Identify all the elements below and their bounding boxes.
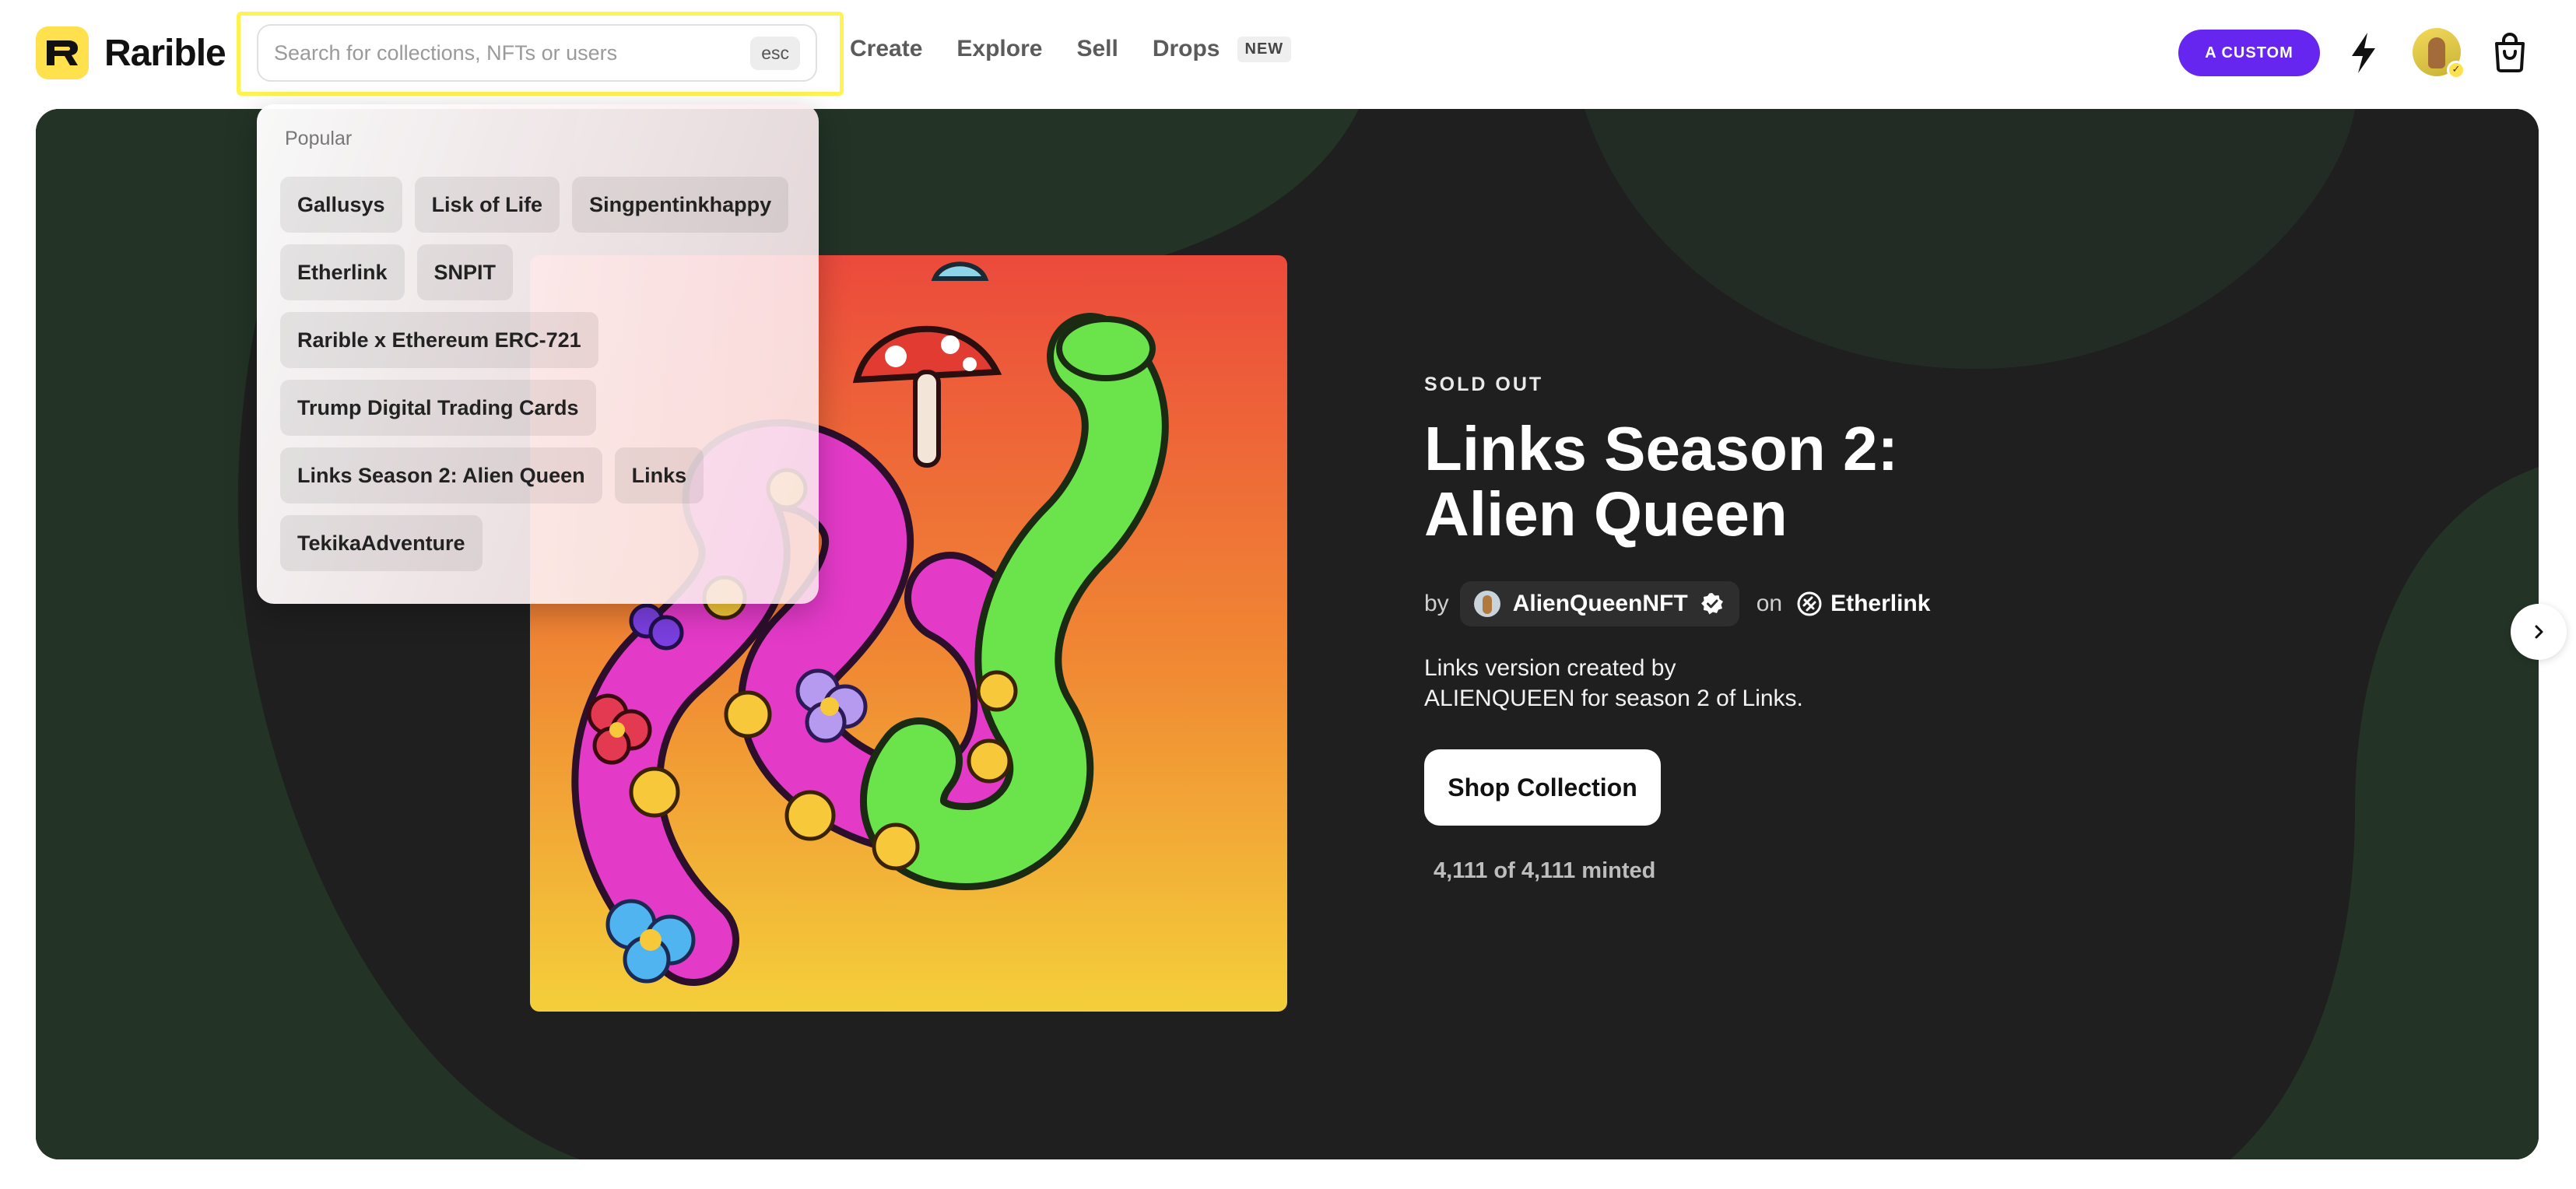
suggestion-row: Links Season 2: Alien Queen Links <box>280 447 704 503</box>
nav-drops[interactable]: Drops NEW <box>1152 36 1292 62</box>
chevron-right-icon <box>2535 625 2543 639</box>
suggestion-chip[interactable]: Gallusys <box>280 177 402 233</box>
bolt-icon[interactable] <box>2344 30 2383 76</box>
new-badge: NEW <box>1237 36 1292 62</box>
suggestion-row: Etherlink SNPIT <box>280 244 514 300</box>
minted-count: 4,111 of 4,111 minted <box>1434 858 1656 883</box>
next-slide-button[interactable] <box>2511 604 2567 660</box>
search-input[interactable] <box>274 40 751 65</box>
suggestion-chip[interactable]: Lisk of Life <box>414 177 560 233</box>
rarible-logo[interactable]: Rarible <box>36 26 226 79</box>
user-avatar[interactable]: ✓ <box>2413 28 2465 79</box>
creator-row: by AlienQueenNFT on Etherlink <box>1424 581 1953 626</box>
creator-name: AlienQueenNFT <box>1512 591 1688 616</box>
search-suggestions-dropdown: Popular Gallusys Lisk of Life Singpentin… <box>257 104 819 604</box>
verified-check-icon: ✓ <box>2447 61 2465 79</box>
suggestion-chip[interactable]: Trump Digital Trading Cards <box>280 380 596 436</box>
nav-sell[interactable]: Sell <box>1076 36 1118 62</box>
suggestion-row: Trump Digital Trading Cards <box>280 380 596 436</box>
suggestion-chip[interactable]: SNPIT <box>416 244 514 300</box>
search-box[interactable]: esc <box>257 24 817 82</box>
logo-text: Rarible <box>104 32 226 74</box>
hero-info: SOLD OUT Links Season 2: Alien Queen by … <box>1424 374 1953 884</box>
suggestion-chip[interactable]: TekikaAdventure <box>280 515 483 571</box>
main-nav: Create Explore Sell Drops NEW <box>850 36 1292 62</box>
creator-avatar <box>1473 591 1500 617</box>
shopping-bag-icon[interactable] <box>2490 31 2529 73</box>
collection-title: Links Season 2: Alien Queen <box>1424 414 1899 549</box>
popular-heading: Popular <box>285 128 353 149</box>
verified-badge-icon <box>1700 593 1723 615</box>
creator-chip[interactable]: AlienQueenNFT <box>1459 581 1739 626</box>
chain-link[interactable]: Etherlink <box>1796 591 1930 617</box>
nav-create[interactable]: Create <box>850 36 922 62</box>
shop-collection-button[interactable]: Shop Collection <box>1424 749 1661 826</box>
esc-shortcut-badge[interactable]: esc <box>750 36 800 70</box>
etherlink-icon <box>1797 591 1822 616</box>
top-header: Rarible esc Create Explore Sell Drops NE… <box>0 0 2576 109</box>
suggestion-chip[interactable]: Links Season 2: Alien Queen <box>280 447 602 503</box>
on-label: on <box>1756 591 1783 616</box>
suggestion-chip[interactable]: Etherlink <box>280 244 405 300</box>
suggestion-row: Gallusys Lisk of Life Singpentinkhappy <box>280 177 789 233</box>
rarible-logo-mark-icon <box>36 26 89 79</box>
by-label: by <box>1424 591 1449 616</box>
suggestion-chip[interactable]: Links <box>614 447 704 503</box>
avatar-figure <box>2428 37 2445 68</box>
nav-explore[interactable]: Explore <box>956 36 1042 62</box>
sold-out-label: SOLD OUT <box>1424 374 1544 395</box>
custom-button[interactable]: A CUSTOM <box>2178 30 2320 76</box>
collection-description: Links version created by ALIENQUEEN for … <box>1424 655 1803 711</box>
nav-drops-label: Drops <box>1152 36 1220 61</box>
chain-name: Etherlink <box>1830 591 1931 616</box>
suggestion-row: Rarible x Ethereum ERC-721 <box>280 312 598 368</box>
suggestion-chip[interactable]: Rarible x Ethereum ERC-721 <box>280 312 598 368</box>
suggestion-row: TekikaAdventure <box>280 515 483 571</box>
suggestion-chip[interactable]: Singpentinkhappy <box>572 177 789 233</box>
